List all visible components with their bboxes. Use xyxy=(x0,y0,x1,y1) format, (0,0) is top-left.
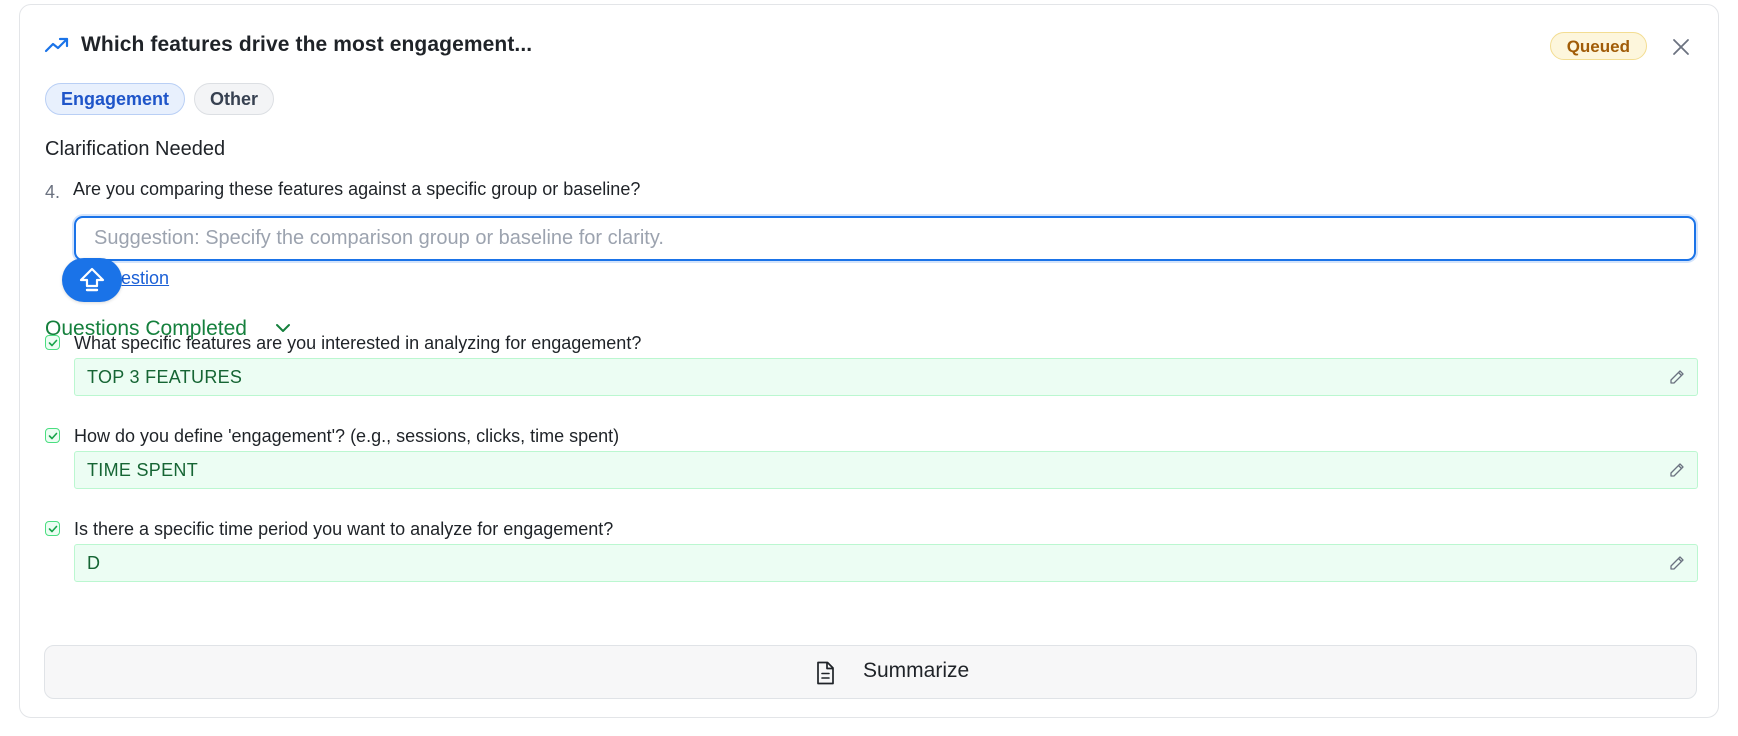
check-icon xyxy=(45,335,60,350)
completed-answer[interactable]: D xyxy=(74,544,1698,582)
card-title: Which features drive the most engagement… xyxy=(81,33,533,56)
pencil-icon[interactable] xyxy=(1669,555,1685,571)
question-card: Which features drive the most engagement… xyxy=(19,4,1719,718)
completed-question: Is there a specific time period you want… xyxy=(74,519,614,539)
close-icon[interactable] xyxy=(1668,34,1694,60)
completed-answer[interactable]: TIME SPENT xyxy=(74,451,1698,489)
check-icon xyxy=(45,428,60,443)
tag-other[interactable]: Other xyxy=(194,83,275,115)
pencil-icon[interactable] xyxy=(1669,369,1685,385)
completed-answer-text: D xyxy=(87,553,101,573)
pencil-icon[interactable] xyxy=(1669,462,1685,478)
document-icon xyxy=(817,661,834,685)
completed-answer-text: TOP 3 FEATURES xyxy=(87,367,243,387)
status-badge: Queued xyxy=(1549,32,1647,60)
completed-question: What specific features are you intereste… xyxy=(74,333,642,353)
upload-arrow-icon xyxy=(79,267,105,292)
clarification-heading: Clarification Needed xyxy=(45,138,226,160)
summarize-label: Summarize xyxy=(863,659,970,682)
clarification-answer-input[interactable] xyxy=(74,216,1696,261)
completed-question: How do you define 'engagement'? (e.g., s… xyxy=(74,426,620,446)
completed-answer[interactable]: TOP 3 FEATURES xyxy=(74,358,1698,396)
trending-up-icon xyxy=(44,37,69,53)
clarification-question: Are you comparing these features against… xyxy=(73,179,641,199)
question-number: 4. xyxy=(45,182,61,202)
upload-button[interactable] xyxy=(62,258,122,302)
check-icon xyxy=(45,521,60,536)
summarize-button[interactable]: Summarize xyxy=(44,645,1697,699)
completed-answer-text: TIME SPENT xyxy=(87,460,199,480)
tag-engagement[interactable]: Engagement xyxy=(45,83,186,115)
